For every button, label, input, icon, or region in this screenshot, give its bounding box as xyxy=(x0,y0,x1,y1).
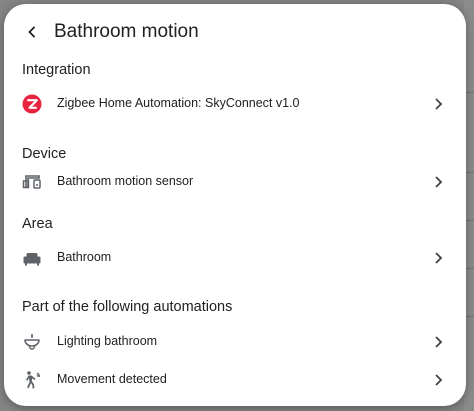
chevron-right-icon xyxy=(430,334,446,350)
chevron-right-icon xyxy=(430,96,446,112)
chevron-right-icon xyxy=(430,250,446,266)
section-title-automations: Part of the following automations xyxy=(22,299,233,315)
automation-row[interactable]: Lighting bathroom xyxy=(4,324,466,360)
entity-info-dialog: Bathroom motion Integration Zigbee Home … xyxy=(4,4,466,406)
area-label: Bathroom xyxy=(57,250,112,264)
automation-row[interactable]: Movement detected xyxy=(4,362,466,398)
motion-sensor-icon xyxy=(22,370,42,390)
automation-label: Lighting bathroom xyxy=(57,334,158,348)
area-row[interactable]: Bathroom xyxy=(4,240,466,276)
section-title-area: Area xyxy=(22,216,53,232)
devices-icon xyxy=(22,172,42,192)
integration-row[interactable]: Zigbee Home Automation: SkyConnect v1.0 xyxy=(4,86,466,122)
sofa-icon xyxy=(22,248,42,268)
chevron-right-icon xyxy=(430,372,446,388)
section-title-device: Device xyxy=(22,146,67,162)
automation-label: Movement detected xyxy=(57,372,167,386)
ceiling-light-icon xyxy=(22,332,42,352)
chevron-left-icon xyxy=(28,26,36,38)
chevron-right-icon xyxy=(430,174,446,190)
dialog-title: Bathroom motion xyxy=(54,21,199,42)
dialog-header: Bathroom motion xyxy=(4,4,466,60)
device-label: Bathroom motion sensor xyxy=(57,174,194,188)
device-row[interactable]: Bathroom motion sensor xyxy=(4,164,466,200)
zigbee-icon xyxy=(22,94,42,114)
back-button[interactable] xyxy=(18,18,46,46)
integration-label: Zigbee Home Automation: SkyConnect v1.0 xyxy=(57,96,300,110)
section-title-integration: Integration xyxy=(22,62,91,78)
